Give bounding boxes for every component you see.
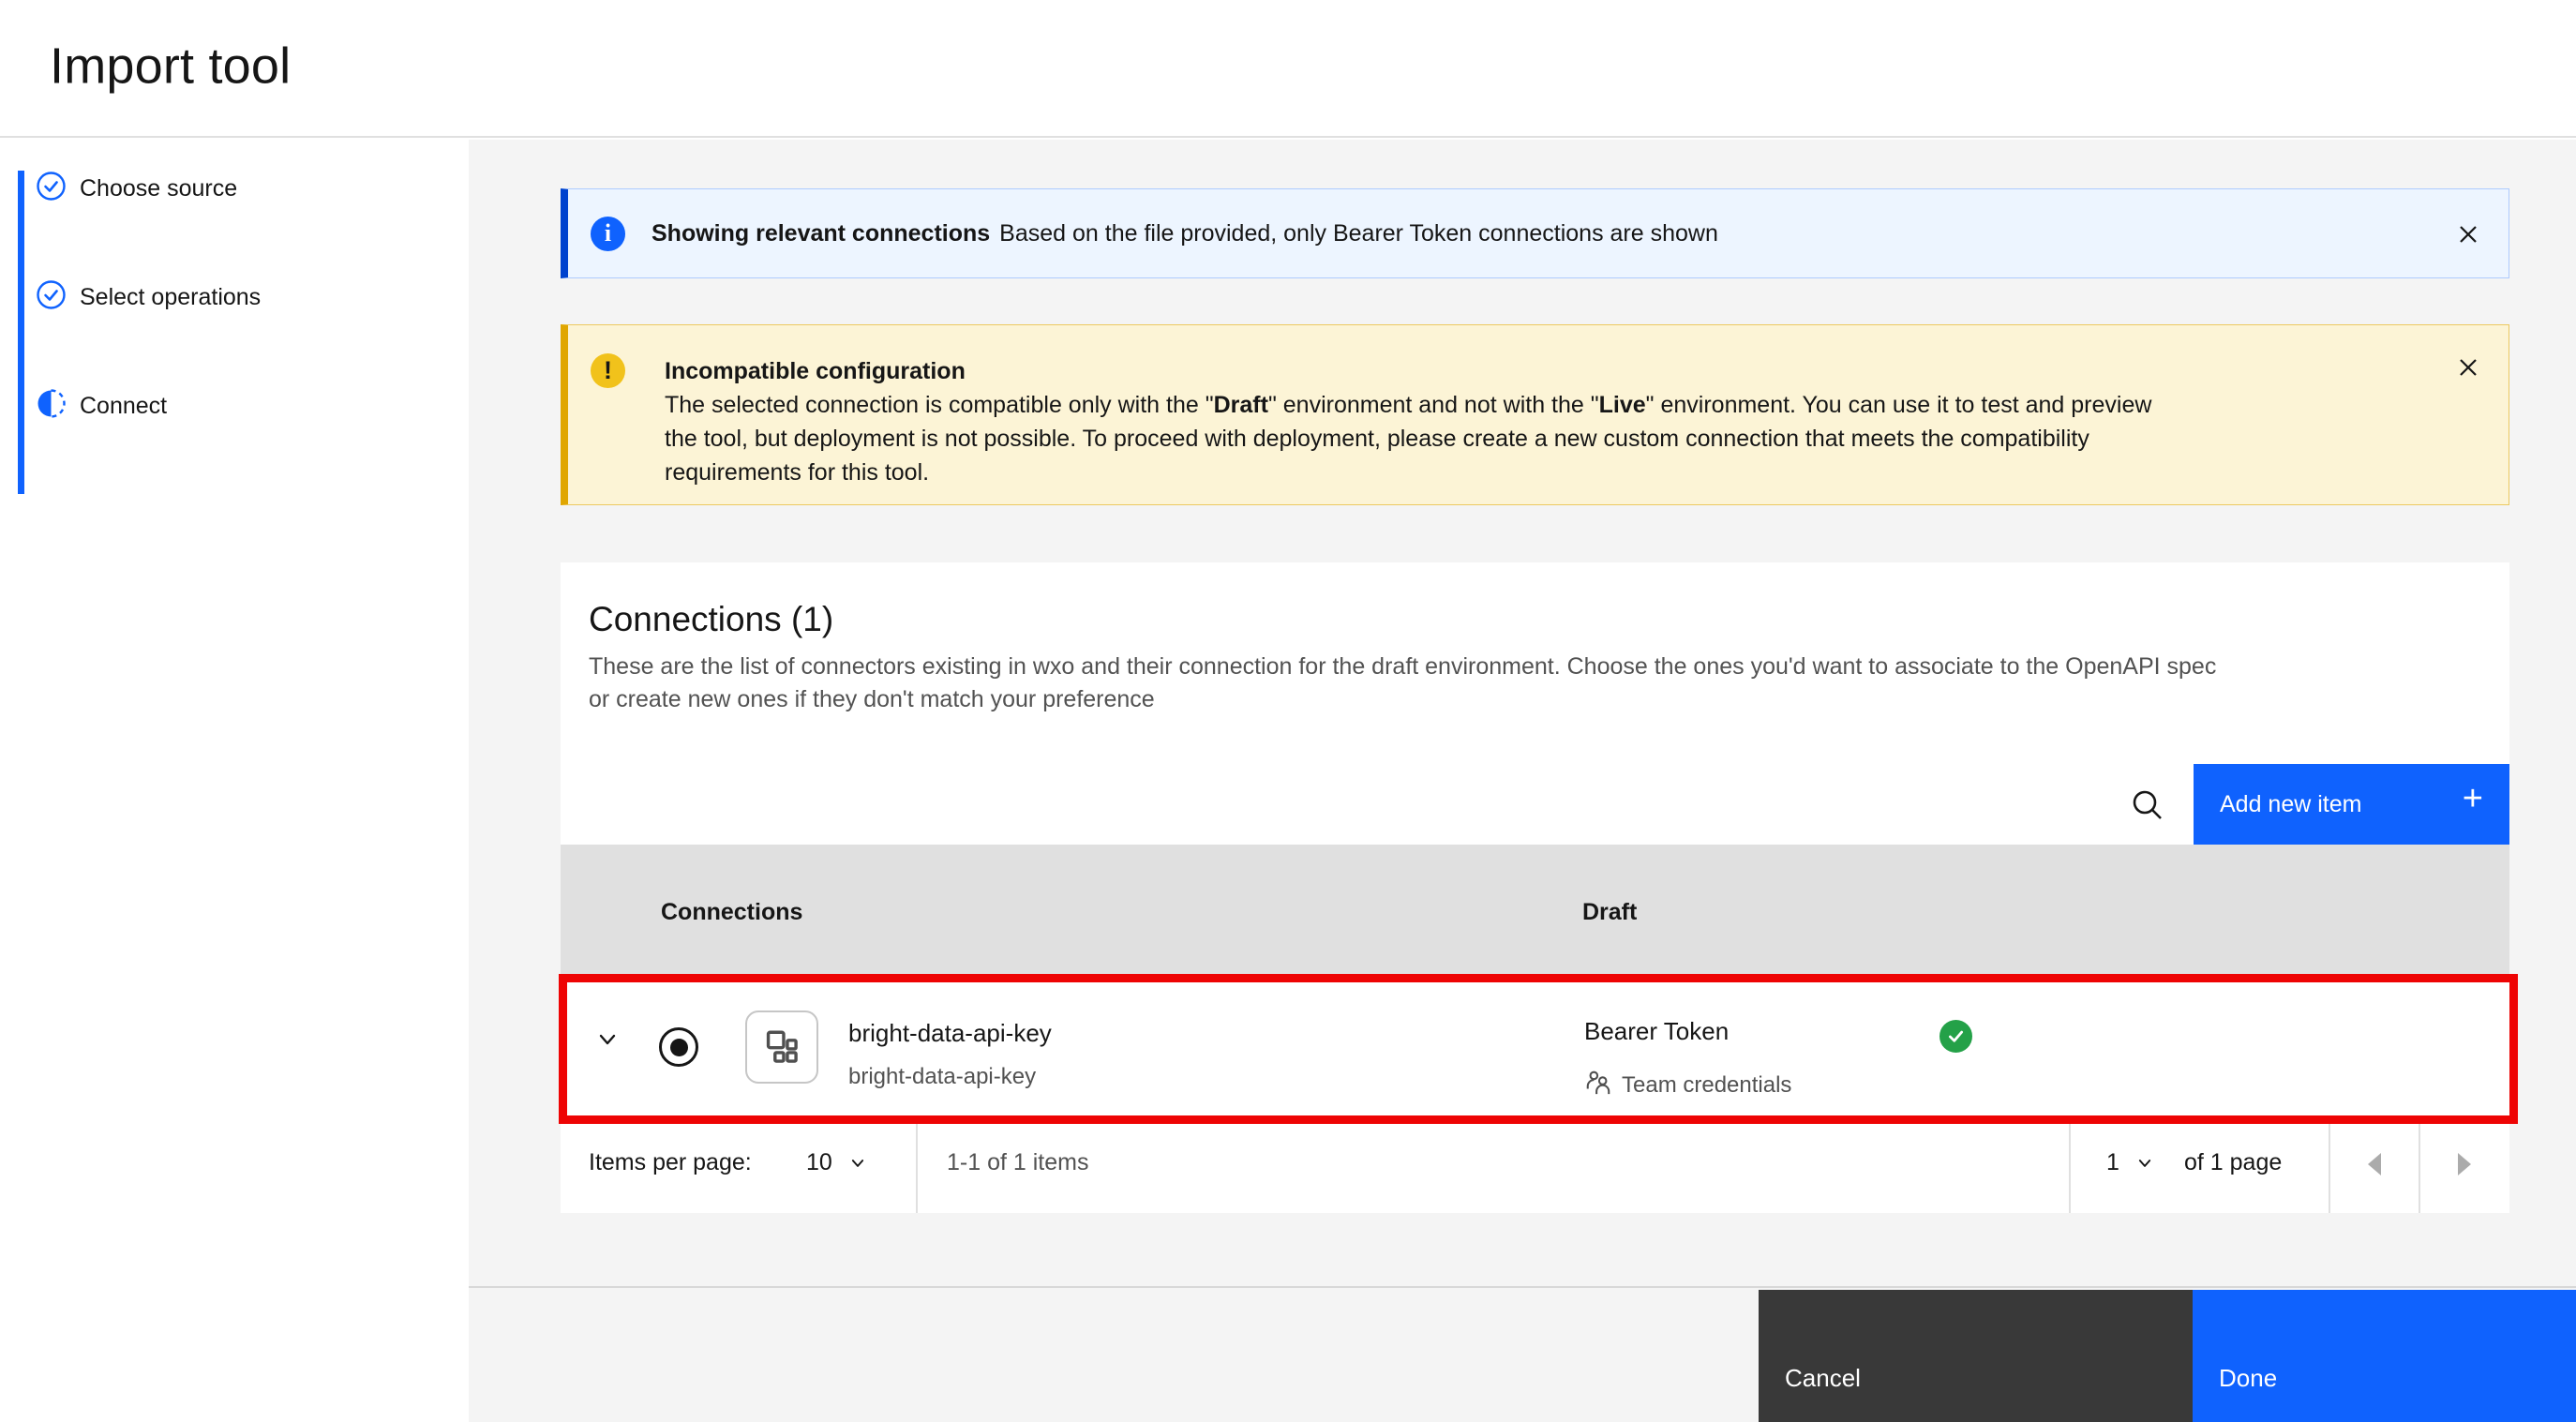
warning-title: Incompatible configuration [665, 354, 2493, 388]
table-header: Connections Draft [561, 845, 2509, 978]
divider [2069, 1115, 2071, 1213]
connection-subtitle: bright-data-api-key [848, 1064, 1036, 1090]
page-title: Import tool [50, 37, 291, 95]
connector-tile-icon [745, 1010, 818, 1084]
chevron-down-icon [2134, 1153, 2155, 1174]
draft-connection-type: Bearer Token [1584, 1017, 1729, 1046]
info-icon: i [591, 217, 625, 251]
pagination-bar: Items per page: 10 1-1 of 1 items 1 of 1… [561, 1115, 2509, 1213]
close-icon[interactable] [2452, 352, 2484, 383]
items-per-page-select[interactable]: 10 [806, 1149, 868, 1176]
warning-icon: ! [591, 353, 625, 388]
plus-icon: + [2463, 781, 2483, 816]
page-number-select[interactable]: 1 [2106, 1149, 2155, 1176]
info-title: Showing relevant connections [651, 220, 990, 247]
connections-description: These are the list of connectors existin… [589, 651, 2216, 716]
items-per-page-label: Items per page: [589, 1149, 752, 1176]
info-notification-text: Showing relevant connections Based on the… [651, 220, 1718, 247]
step-label: Select operations [80, 284, 261, 311]
table-row[interactable]: bright-data-api-key bright-data-api-key … [561, 978, 2509, 1115]
done-button[interactable]: Done [2193, 1290, 2576, 1422]
step-label: Choose source [80, 175, 237, 202]
column-header-draft: Draft [1582, 899, 1637, 926]
items-per-page-value: 10 [806, 1149, 832, 1176]
divider [916, 1115, 918, 1213]
add-button-label: Add new item [2220, 791, 2361, 818]
footer-divider [469, 1286, 2576, 1288]
connections-heading: Connections (1) [589, 600, 833, 639]
search-icon[interactable] [2127, 785, 2168, 826]
credential-type: Team credentials [1584, 1068, 1791, 1102]
radio-dot [670, 1039, 688, 1056]
warning-notification-text: Incompatible configuration The selected … [665, 354, 2493, 489]
previous-page-button[interactable] [2330, 1115, 2419, 1213]
connected-status-icon [1939, 1020, 1972, 1053]
caret-back-icon [2368, 1153, 2381, 1175]
radio-button-selected[interactable] [659, 1027, 698, 1067]
connections-card: Connections (1) These are the list of co… [561, 562, 2509, 1213]
pagination-range-text: 1-1 of 1 items [947, 1149, 1088, 1176]
page-number-value: 1 [2106, 1149, 2119, 1176]
chevron-down-icon [847, 1153, 868, 1174]
import-tool-page: Import tool Choose source Select operati… [0, 0, 2576, 1422]
team-icon [1584, 1068, 1612, 1102]
page-header: Import tool [0, 0, 2576, 138]
step-connect[interactable]: Connect [36, 380, 167, 432]
info-message: Based on the file provided, only Bearer … [999, 220, 1718, 247]
chevron-down-icon[interactable] [591, 1023, 624, 1056]
step-complete-icon [36, 171, 67, 206]
column-header-connections: Connections [661, 899, 802, 926]
next-page-button[interactable] [2420, 1115, 2509, 1213]
info-notification: i Showing relevant connections Based on t… [561, 188, 2509, 278]
close-icon[interactable] [2452, 218, 2484, 250]
step-select-operations[interactable]: Select operations [36, 271, 261, 323]
warning-notification: ! Incompatible configuration The selecte… [561, 324, 2509, 505]
step-complete-icon [36, 279, 67, 315]
page-count-text: of 1 page [2184, 1149, 2282, 1176]
step-current-icon [36, 388, 67, 424]
step-label: Connect [80, 393, 167, 420]
wizard-progress-sidebar: Choose source Select operations Connect [0, 140, 469, 1422]
add-new-item-button[interactable]: Add new item + [2194, 764, 2509, 845]
caret-forward-icon [2458, 1153, 2471, 1175]
step-choose-source[interactable]: Choose source [36, 162, 237, 215]
progress-rule [18, 171, 24, 494]
connection-name: bright-data-api-key [848, 1019, 1052, 1048]
warning-body: The selected connection is compatible on… [665, 388, 2493, 489]
credential-type-label: Team credentials [1622, 1072, 1791, 1099]
cancel-button[interactable]: Cancel [1759, 1290, 2193, 1422]
